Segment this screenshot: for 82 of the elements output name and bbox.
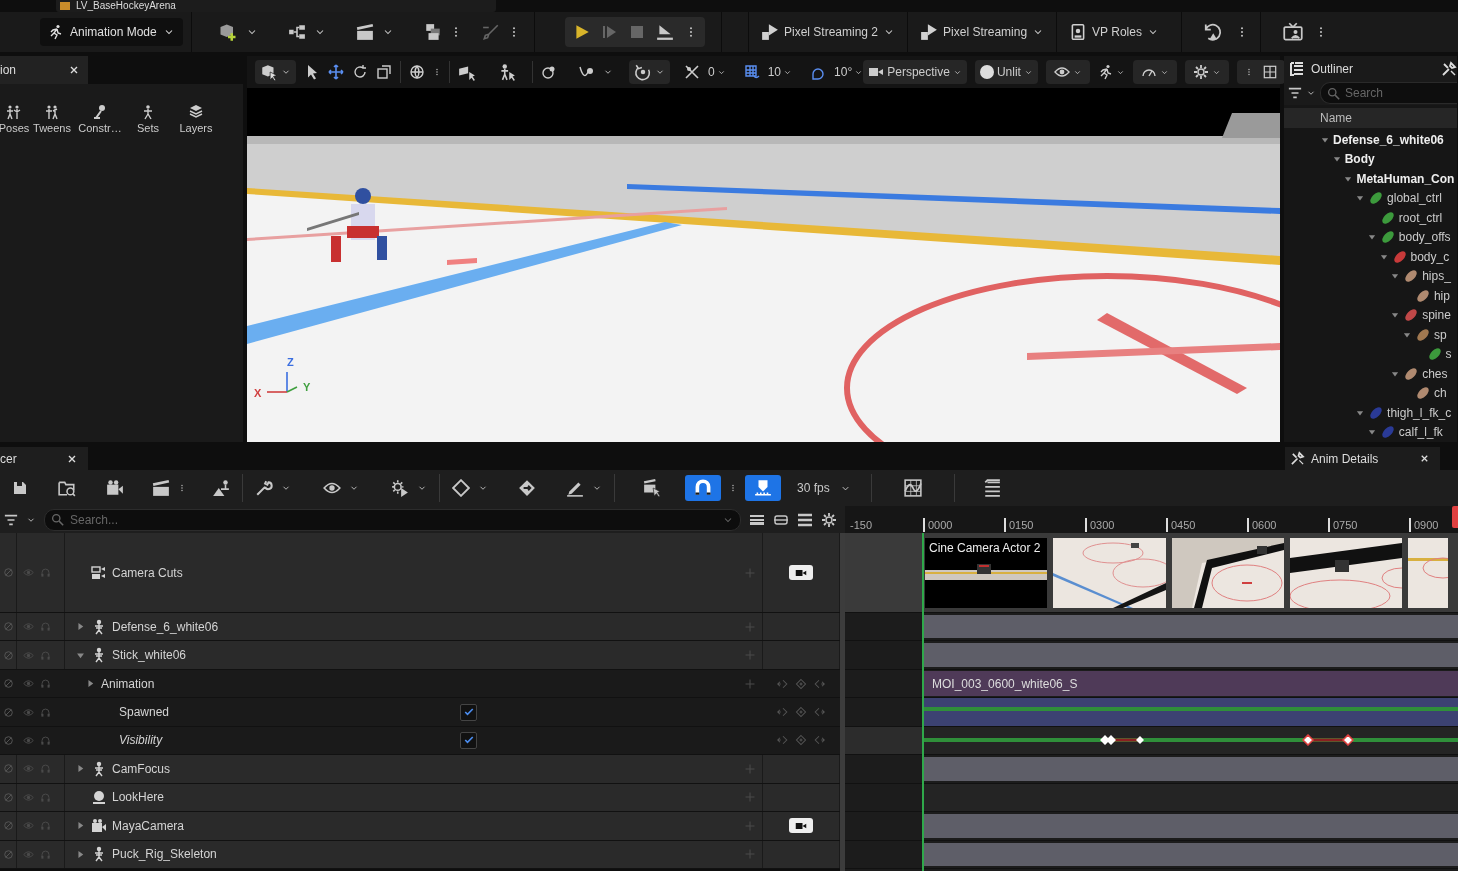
outliner-row[interactable]: hip <box>1284 286 1457 306</box>
track-name: LookHere <box>112 790 165 805</box>
item-label: MetaHuman_Con <box>1356 171 1455 186</box>
track-row[interactable]: Animation <box>0 669 840 699</box>
mode-dropdown[interactable]: Animation Mode <box>40 18 183 46</box>
track-name: Visibility <box>119 733 163 748</box>
track-row[interactable]: Stick_white06 <box>0 641 840 670</box>
track-row[interactable]: Defense_6_white06 <box>0 613 840 642</box>
axis-label: X <box>254 387 262 399</box>
outliner-row[interactable]: sp <box>1284 325 1457 345</box>
rotation-snap-dropdown[interactable]: 10° <box>810 64 864 80</box>
tick-label: -150 <box>849 518 874 532</box>
section-label: Cine Camera Actor 2 <box>929 540 1041 555</box>
item-label: hips_ <box>1422 269 1451 284</box>
item-label: thigh_l_fk_c <box>1387 405 1452 420</box>
item-label: ch <box>1433 386 1447 401</box>
item-label: Body <box>1344 152 1375 167</box>
track-name: Defense_6_white06 <box>112 619 219 634</box>
item-label: body_offs <box>1398 230 1451 245</box>
item-label: s <box>1445 347 1452 362</box>
track-name: MayaCamera <box>112 818 185 833</box>
tool-button[interactable]: Poses <box>0 104 28 134</box>
lighting-dropdown[interactable]: Unlit <box>974 60 1038 84</box>
track-name: Puck_Rig_Skeleton <box>112 847 217 862</box>
grid-snap-dropdown[interactable]: 10 <box>743 64 793 80</box>
track-name: CamFocus <box>112 761 170 776</box>
track-row[interactable]: Camera Cuts <box>0 533 840 613</box>
tab-label: Anim Details <box>1311 451 1380 466</box>
item-label: Defense_6_white06 <box>1333 132 1444 147</box>
streaming-dropdown[interactable]: Pixel Streaming 2 <box>755 17 902 47</box>
outliner-row[interactable]: root_ctrl <box>1284 208 1457 228</box>
view-mode-dropdown[interactable]: Perspective <box>863 60 967 84</box>
column-header[interactable]: Name <box>1284 108 1457 128</box>
outliner-row[interactable]: body_c <box>1284 247 1457 267</box>
outliner-row[interactable]: Defense_6_white06 <box>1284 130 1457 150</box>
item-label: spine <box>1422 308 1451 323</box>
track-name: Camera Cuts <box>112 565 183 580</box>
streaming-dropdown[interactable]: Pixel Streaming <box>914 17 1051 47</box>
item-label: hip <box>1433 288 1450 303</box>
tab-label: cer <box>0 451 17 466</box>
outliner-row[interactable]: thigh_l_fk_c <box>1284 403 1457 423</box>
document-tab[interactable]: LV_BaseHockeyArena <box>56 0 496 12</box>
tool-button[interactable]: Constr… <box>76 104 124 134</box>
item-label: ches <box>1422 366 1448 381</box>
outliner-row[interactable]: spine <box>1284 305 1457 325</box>
outliner-row[interactable]: ches <box>1284 364 1457 384</box>
tool-button[interactable]: Layers <box>172 104 220 134</box>
item-label: sp <box>1433 327 1447 342</box>
outliner-row[interactable]: ch <box>1284 383 1457 403</box>
outliner-row[interactable]: MetaHuman_Con <box>1284 169 1457 189</box>
outliner-row[interactable]: s <box>1284 344 1457 364</box>
item-label: calf_l_fk <box>1398 425 1443 440</box>
tool-button[interactable]: Tweens <box>28 104 76 134</box>
outliner-row[interactable]: calf_l_fk <box>1284 422 1457 442</box>
track-row[interactable]: MayaCamera <box>0 812 840 841</box>
animation-section[interactable]: MOI_003_0600_white06_S <box>923 670 1458 697</box>
panel-tab[interactable]: Anim Details <box>1285 447 1440 470</box>
track-row[interactable]: CamFocus <box>0 755 840 784</box>
time-ruler[interactable]: -150 0000 0150 0300 0450 0600 0750 0900 <box>845 506 1458 533</box>
outliner-row[interactable]: Body <box>1284 149 1457 169</box>
tool-button[interactable]: Sets <box>124 104 172 134</box>
item-label: global_ctrl <box>1387 191 1442 206</box>
frame-rate-dropdown[interactable]: 30 fps <box>789 481 859 495</box>
track-row[interactable]: Visibility <box>0 726 840 756</box>
axis-label: Y <box>303 381 311 393</box>
roles-dropdown[interactable]: VP Roles <box>1063 17 1165 47</box>
track-name: Spawned <box>119 705 170 720</box>
axis-label: Z <box>287 356 294 368</box>
panel-title: Outliner <box>1311 61 1354 76</box>
tab-label: ion <box>0 63 16 77</box>
item-label: body_c <box>1410 249 1450 264</box>
outliner-row[interactable]: hips_ <box>1284 266 1457 286</box>
track-row[interactable]: Spawned <box>0 698 840 727</box>
outliner-row[interactable]: global_ctrl <box>1284 188 1457 208</box>
panel-tab[interactable]: ion <box>0 56 88 84</box>
item-label: root_ctrl <box>1398 210 1443 225</box>
outliner-row[interactable]: body_offs <box>1284 227 1457 247</box>
track-name: Animation <box>101 676 155 691</box>
track-name: Stick_white06 <box>112 648 187 663</box>
surface-snap-dropdown[interactable]: 0 <box>684 64 726 80</box>
panel-tab[interactable]: cer <box>0 447 88 470</box>
track-row[interactable]: Puck_Rig_Skeleton <box>0 840 840 869</box>
